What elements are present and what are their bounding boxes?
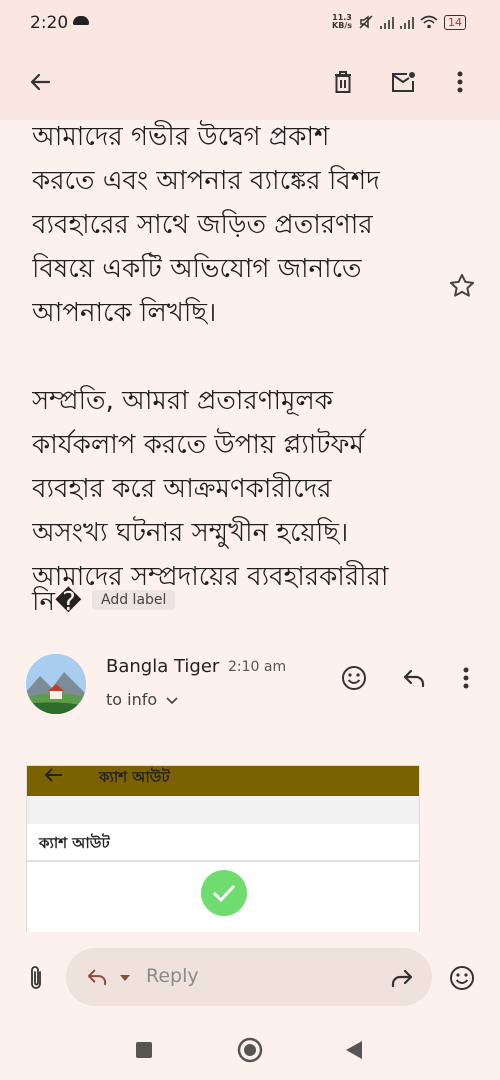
cloud-icon <box>73 16 89 25</box>
reply-placeholder: Reply <box>146 965 199 987</box>
success-check-icon <box>201 870 247 916</box>
app-bar <box>0 48 500 120</box>
status-time: 2:20 <box>30 13 69 33</box>
reply-icon <box>87 969 107 986</box>
recipient-details-toggle[interactable]: to info <box>106 690 178 709</box>
arrow-left-icon <box>45 768 62 782</box>
network-speed: 11.3 KB/s <box>332 13 352 30</box>
chevron-down-icon <box>166 697 178 705</box>
forward-icon[interactable] <box>390 968 414 988</box>
attachment-preview[interactable]: ক্যাশ আউট ক্যাশ আউট <box>26 765 420 935</box>
message-header[interactable]: Bangla Tiger 2:10 am to info <box>0 650 500 720</box>
landscape-avatar-icon <box>26 654 86 714</box>
star-button[interactable] <box>448 272 476 304</box>
divider <box>27 860 419 862</box>
preview-title: ক্যাশ আউট <box>39 834 110 852</box>
circle-home-icon <box>237 1037 263 1063</box>
emoji-icon <box>342 666 366 690</box>
mail-unread-icon <box>392 72 415 92</box>
email-body-text: আমাদের গভীর উদ্বেগ প্রকাশ করতে এবং আপনার… <box>32 122 389 592</box>
star-icon <box>449 273 475 297</box>
mark-unread-button[interactable] <box>384 62 424 102</box>
mute-icon <box>359 15 373 29</box>
preview-header-title: ক্যাশ আউট <box>99 768 170 786</box>
signal-icon-2 <box>400 15 414 29</box>
arrow-left-icon <box>30 73 51 91</box>
signal-icon <box>380 15 394 29</box>
back-button[interactable] <box>20 62 60 102</box>
home-button[interactable] <box>230 1030 270 1070</box>
triangle-back-icon <box>346 1041 362 1059</box>
avatar[interactable] <box>26 654 86 714</box>
emoji-icon <box>450 966 474 990</box>
reply-field[interactable]: Reply <box>66 948 432 1006</box>
attach-button[interactable] <box>16 958 56 998</box>
reply-button[interactable] <box>394 658 434 698</box>
status-indicators: 11.3 KB/s 14 <box>332 14 466 30</box>
more-options-button[interactable] <box>440 62 480 102</box>
more-vert-icon <box>463 667 469 689</box>
trash-icon <box>335 71 351 93</box>
recipient-text: to info <box>106 690 158 709</box>
back-nav-button[interactable] <box>334 1030 374 1070</box>
square-icon <box>136 1042 152 1058</box>
message-more-button[interactable] <box>446 658 486 698</box>
sender-name[interactable]: Bangla Tiger <box>106 656 219 677</box>
wifi-icon <box>420 15 438 29</box>
add-reaction-button[interactable] <box>334 658 374 698</box>
add-label-chip[interactable]: Add label <box>92 590 176 610</box>
caret-down-icon[interactable] <box>120 975 130 981</box>
delete-button[interactable] <box>323 62 363 102</box>
bottom-area: Reply <box>0 932 500 1080</box>
preview-header: ক্যাশ আউট <box>27 766 419 796</box>
recents-button[interactable] <box>124 1030 164 1070</box>
truncated-text: নি� <box>32 587 82 617</box>
status-bar: 2:20 11.3 KB/s 14 <box>0 0 500 48</box>
battery-indicator: 14 <box>444 14 466 30</box>
emoji-button[interactable] <box>442 958 482 998</box>
reply-icon <box>403 669 425 688</box>
paperclip-icon <box>31 966 41 989</box>
more-vert-icon <box>457 71 463 93</box>
system-nav-bar <box>0 1022 500 1080</box>
preview-band <box>27 796 419 824</box>
message-time: 2:10 am <box>228 659 287 675</box>
